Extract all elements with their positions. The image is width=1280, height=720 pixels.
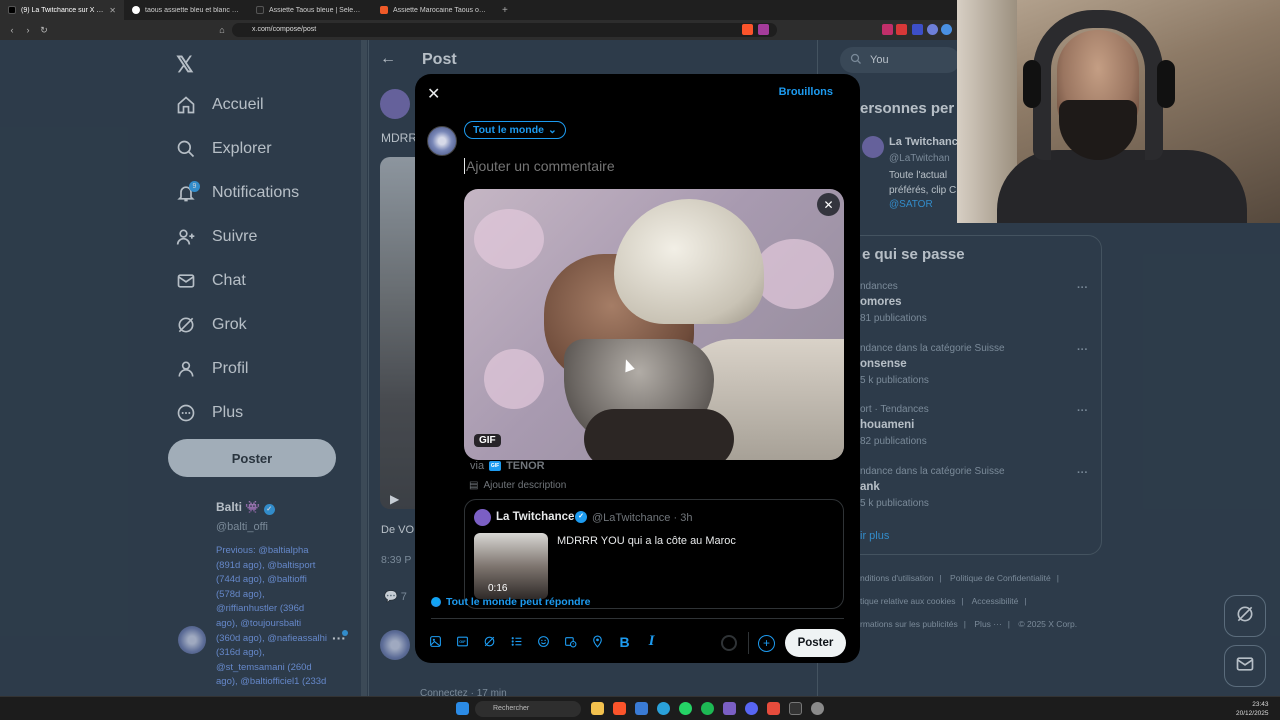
clock[interactable]: 23:43 20/12/2025 xyxy=(1236,700,1269,718)
quote-text: MDRRR YOU qui a la côte au Maroc xyxy=(557,535,736,547)
spotify-icon[interactable] xyxy=(701,702,714,715)
gif-scarf xyxy=(584,409,734,460)
google-favicon-icon xyxy=(132,6,140,14)
forward-icon[interactable]: › xyxy=(20,25,36,35)
gif-badge: GIF xyxy=(474,434,501,447)
browser-tab-2[interactable]: taous assiette bleu et blanc - Recher xyxy=(124,0,248,20)
gif-blossom xyxy=(474,209,544,269)
brave-rewards-icon[interactable] xyxy=(758,24,769,35)
back-icon[interactable]: ‹ xyxy=(4,25,20,35)
extension-icon[interactable] xyxy=(912,24,923,35)
taskbar: Rechercher 23:43 20/12/2025 xyxy=(0,696,1280,720)
comment-input[interactable] xyxy=(464,158,824,174)
gif-blossom xyxy=(754,239,834,309)
tenor-label: TENOR xyxy=(506,460,545,472)
app-icon[interactable] xyxy=(635,702,648,715)
add-post-icon[interactable]: + xyxy=(758,635,775,652)
webcam-overlay xyxy=(957,0,1280,223)
taskbar-search[interactable]: Rechercher xyxy=(475,701,581,717)
bookmark-icon[interactable]: ⌂ xyxy=(214,25,230,35)
verified-icon: ✓ xyxy=(575,511,587,523)
etsy-favicon-icon xyxy=(380,6,388,14)
new-tab-icon[interactable]: + xyxy=(496,5,514,16)
reply-setting-label: Tout le monde peut répondre xyxy=(446,596,591,608)
gif-source: via GIF TENOR xyxy=(470,460,545,472)
add-description-label: Ajouter description xyxy=(483,480,567,491)
divider xyxy=(431,618,844,619)
divider xyxy=(748,632,749,654)
app-icon[interactable] xyxy=(767,702,780,715)
compose-modal: ✕ Brouillons Tout le monde ⌄ ✕ GIF via G… xyxy=(415,74,860,663)
app-icon[interactable] xyxy=(789,702,802,715)
close-icon[interactable]: ✕ xyxy=(427,84,440,104)
browser-tab-4[interactable]: Assiette Marocaine Taous originale d xyxy=(372,0,496,20)
audience-selector[interactable]: Tout le monde ⌄ xyxy=(464,121,566,139)
italic-icon[interactable]: I xyxy=(643,633,660,650)
video-duration: 0:16 xyxy=(488,583,508,594)
extension-icon[interactable] xyxy=(882,24,893,35)
close-icon[interactable]: ✕ xyxy=(109,6,116,15)
poll-icon[interactable] xyxy=(508,633,525,650)
app-icon[interactable] xyxy=(745,702,758,715)
bold-icon[interactable]: B xyxy=(616,633,633,650)
document-icon: ▤ xyxy=(469,480,479,491)
svg-text:GIF: GIF xyxy=(459,640,466,644)
tab-title: (9) La Twitchance sur X : "MDRR xyxy=(21,6,104,14)
location-icon[interactable] xyxy=(589,633,606,650)
gif-icon[interactable]: GIF xyxy=(454,633,471,650)
app-icon[interactable] xyxy=(723,702,736,715)
quoted-post[interactable]: La Twitchance ✓ @LaTwitchance · 3h 0:16 … xyxy=(464,499,844,609)
telegram-icon[interactable] xyxy=(657,702,670,715)
gif-blossom xyxy=(484,349,544,409)
add-description-button[interactable]: ▤ Ajouter description xyxy=(469,480,566,491)
webcam-body xyxy=(997,150,1247,223)
grok-icon[interactable] xyxy=(481,633,498,650)
schedule-icon[interactable] xyxy=(562,633,579,650)
brave-shield-icon[interactable] xyxy=(742,24,753,35)
globe-icon: 🌐 xyxy=(431,597,441,607)
extension-icon[interactable] xyxy=(927,24,938,35)
char-counter-ring xyxy=(721,635,737,651)
webcam-headset xyxy=(1023,60,1041,108)
url-field[interactable]: x.com/compose/post xyxy=(232,23,777,37)
settings-icon[interactable] xyxy=(811,702,824,715)
quote-video-thumbnail: 0:16 xyxy=(474,533,548,599)
post-button[interactable]: Poster xyxy=(785,629,846,657)
remove-gif-button[interactable]: ✕ xyxy=(817,193,840,216)
selency-favicon-icon xyxy=(256,6,264,14)
avatar[interactable] xyxy=(427,126,457,156)
clock-date: 20/12/2025 xyxy=(1236,710,1269,717)
browser-tab-1[interactable]: (9) La Twitchance sur X : "MDRR ✕ xyxy=(0,0,124,20)
audience-label: Tout le monde xyxy=(473,124,544,136)
image-icon[interactable] xyxy=(427,633,444,650)
folder-icon[interactable] xyxy=(591,702,604,715)
emoji-icon[interactable] xyxy=(535,633,552,650)
gif-preview[interactable]: ✕ GIF xyxy=(464,189,844,460)
tab-title: Assiette Marocaine Taous originale d xyxy=(393,6,488,14)
extension-icon[interactable] xyxy=(896,24,907,35)
reload-icon[interactable]: ↻ xyxy=(36,25,52,36)
chevron-down-icon: ⌄ xyxy=(547,124,557,136)
quote-author: La Twitchance xyxy=(496,511,575,523)
tab-title: Assiette Taous bleue | Selency xyxy=(269,6,364,14)
brave-icon[interactable] xyxy=(613,702,626,715)
clock-time: 23:43 xyxy=(1252,701,1269,708)
extension-icon[interactable] xyxy=(941,24,952,35)
windows-start-icon[interactable] xyxy=(456,702,469,715)
gif-turban xyxy=(614,199,764,324)
avatar xyxy=(474,509,491,526)
whatsapp-icon[interactable] xyxy=(679,702,692,715)
webcam-headset xyxy=(1157,60,1175,108)
x-favicon-icon xyxy=(8,6,16,14)
compose-toolbar: GIF B I xyxy=(427,633,660,650)
quote-handle: @LaTwitchance · 3h xyxy=(592,512,693,524)
browser-tab-3[interactable]: Assiette Taous bleue | Selency xyxy=(248,0,372,20)
reply-setting[interactable]: 🌐 Tout le monde peut répondre xyxy=(431,596,590,608)
via-label: via xyxy=(470,460,485,472)
gif-icon: GIF xyxy=(489,461,502,471)
tab-title: taous assiette bleu et blanc - Recher xyxy=(145,6,240,14)
drafts-button[interactable]: Brouillons xyxy=(779,86,833,98)
